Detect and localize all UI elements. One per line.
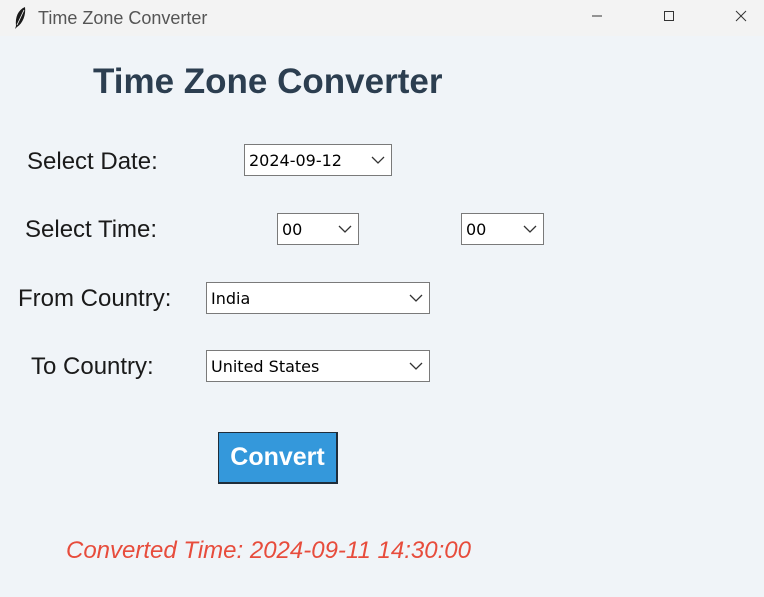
minute-select[interactable]: 00	[461, 213, 544, 245]
select-date-label: Select Date:	[27, 148, 158, 175]
chevron-down-icon	[409, 362, 423, 370]
hour-select[interactable]: 00	[277, 213, 359, 245]
minimize-icon	[592, 15, 602, 17]
title-bar: Time Zone Converter	[0, 0, 764, 36]
chevron-down-icon	[523, 225, 537, 233]
close-icon	[735, 10, 747, 22]
page-heading: Time Zone Converter	[93, 62, 443, 101]
close-button[interactable]	[718, 0, 764, 32]
date-picker[interactable]: 2024-09-12	[244, 144, 392, 176]
select-time-label: Select Time:	[25, 216, 158, 243]
maximize-icon	[664, 11, 674, 21]
chevron-down-icon	[338, 225, 352, 233]
chevron-down-icon	[371, 156, 385, 164]
convert-button[interactable]: Convert	[218, 432, 338, 484]
to-country-select[interactable]: United States	[206, 350, 430, 382]
from-country-value: India	[211, 289, 251, 308]
hour-value: 00	[282, 220, 303, 239]
date-value: 2024-09-12	[249, 151, 342, 170]
from-country-select[interactable]: India	[206, 282, 430, 314]
maximize-button[interactable]	[646, 0, 692, 32]
feather-icon	[15, 7, 26, 29]
from-country-label: From Country:	[18, 285, 172, 312]
to-country-value: United States	[211, 357, 320, 376]
chevron-down-icon	[409, 294, 423, 302]
window-title: Time Zone Converter	[38, 8, 208, 28]
to-country-label: To Country:	[31, 353, 154, 380]
minute-value: 00	[466, 220, 487, 239]
minimize-button[interactable]	[574, 0, 620, 32]
converted-time-result: Converted Time: 2024-09-11 14:30:00	[66, 537, 471, 564]
